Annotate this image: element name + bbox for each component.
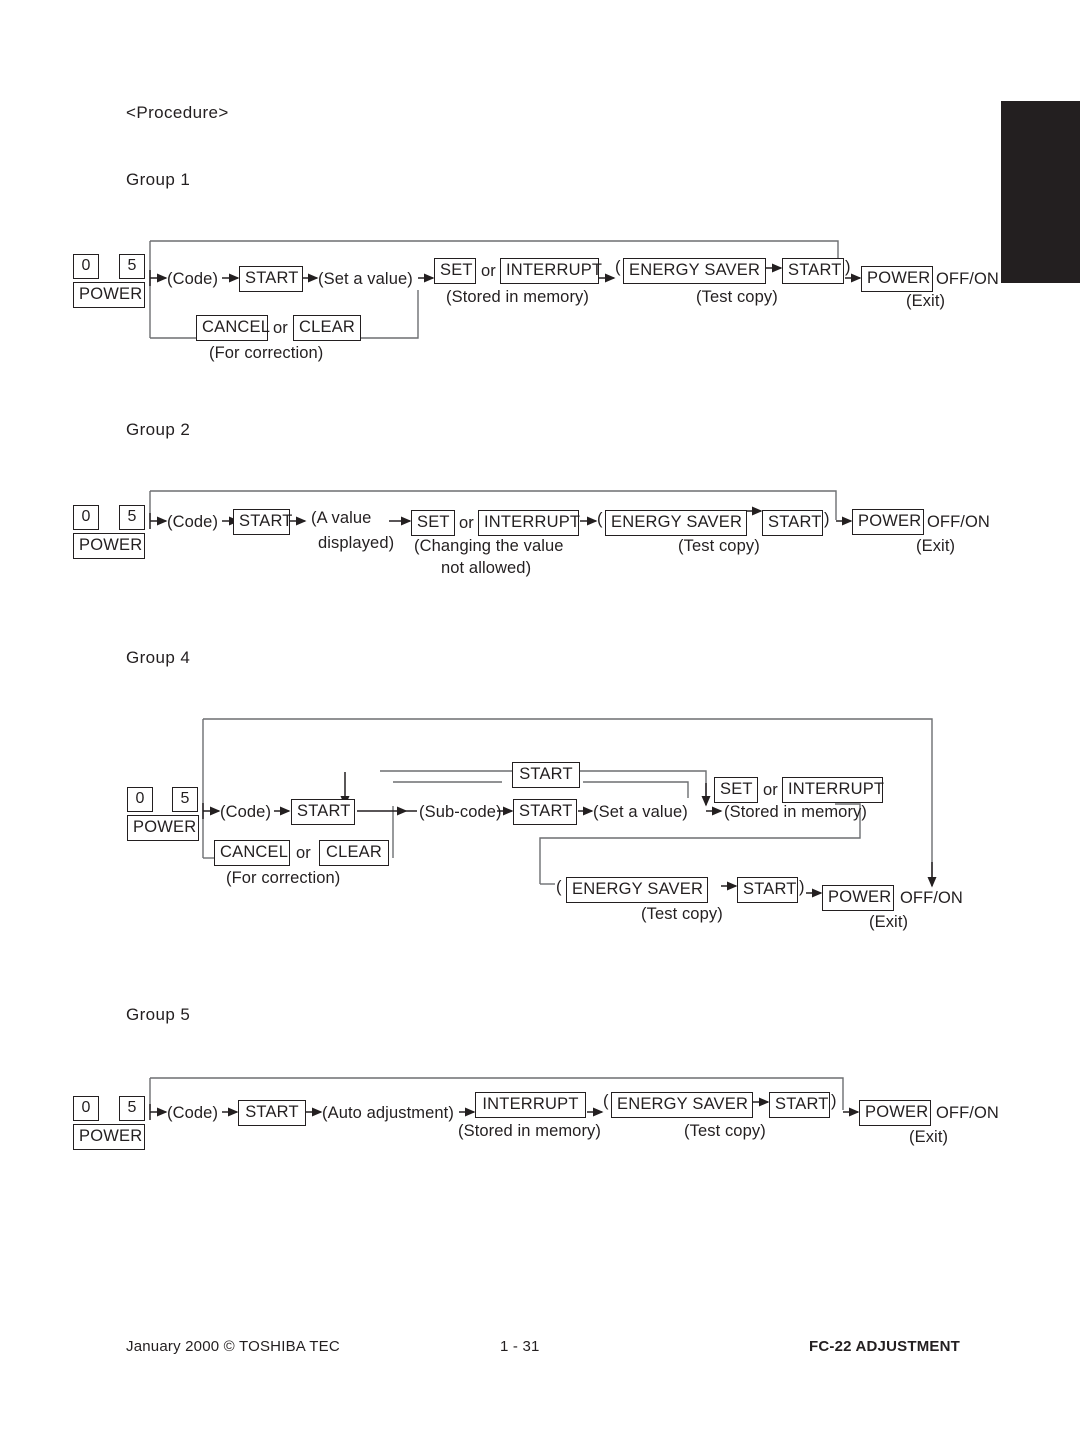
group-5-interrupt[interactable]: INTERRUPT [475, 1092, 586, 1118]
group-5-test-copy: (Test copy) [684, 1122, 766, 1140]
group-5-start[interactable]: START [238, 1100, 306, 1126]
group-5-start-test[interactable]: START [769, 1092, 830, 1118]
group-5-energy-saver[interactable]: ENERGY SAVER [611, 1092, 753, 1118]
group-5-power-exit[interactable]: POWER [859, 1100, 931, 1126]
group-5-auto-adjustment: (Auto adjustment) [322, 1104, 454, 1122]
group-5-code: (Code) [167, 1104, 219, 1122]
document-page: <Procedure> Group 1 0 5 POWER (Code) STA… [0, 0, 1080, 1439]
group-5-connectors [149, 1077, 860, 1120]
group-5-key-5[interactable]: 5 [119, 1096, 145, 1121]
footer-page-number: 1 - 31 [500, 1338, 540, 1355]
footer-copyright: January 2000 © TOSHIBA TEC [126, 1338, 340, 1355]
group-5-key-power[interactable]: POWER [73, 1124, 145, 1150]
group-5-paren-close: ) [831, 1092, 837, 1110]
group-5-key-0[interactable]: 0 [73, 1096, 99, 1121]
footer-section-title: FC-22 ADJUSTMENT [809, 1338, 960, 1355]
group-5-diagram: 0 5 POWER (Code) START (Auto adjustment)… [0, 0, 1080, 1210]
page-footer: January 2000 © TOSHIBA TEC 1 - 31 FC-22 … [0, 1338, 1080, 1362]
group-5-paren-open: ( [603, 1092, 609, 1110]
group-5-exit: (Exit) [909, 1128, 949, 1146]
group-5-offon: OFF/ON [936, 1104, 999, 1122]
group-5-stored-in-memory: (Stored in memory) [458, 1122, 602, 1140]
